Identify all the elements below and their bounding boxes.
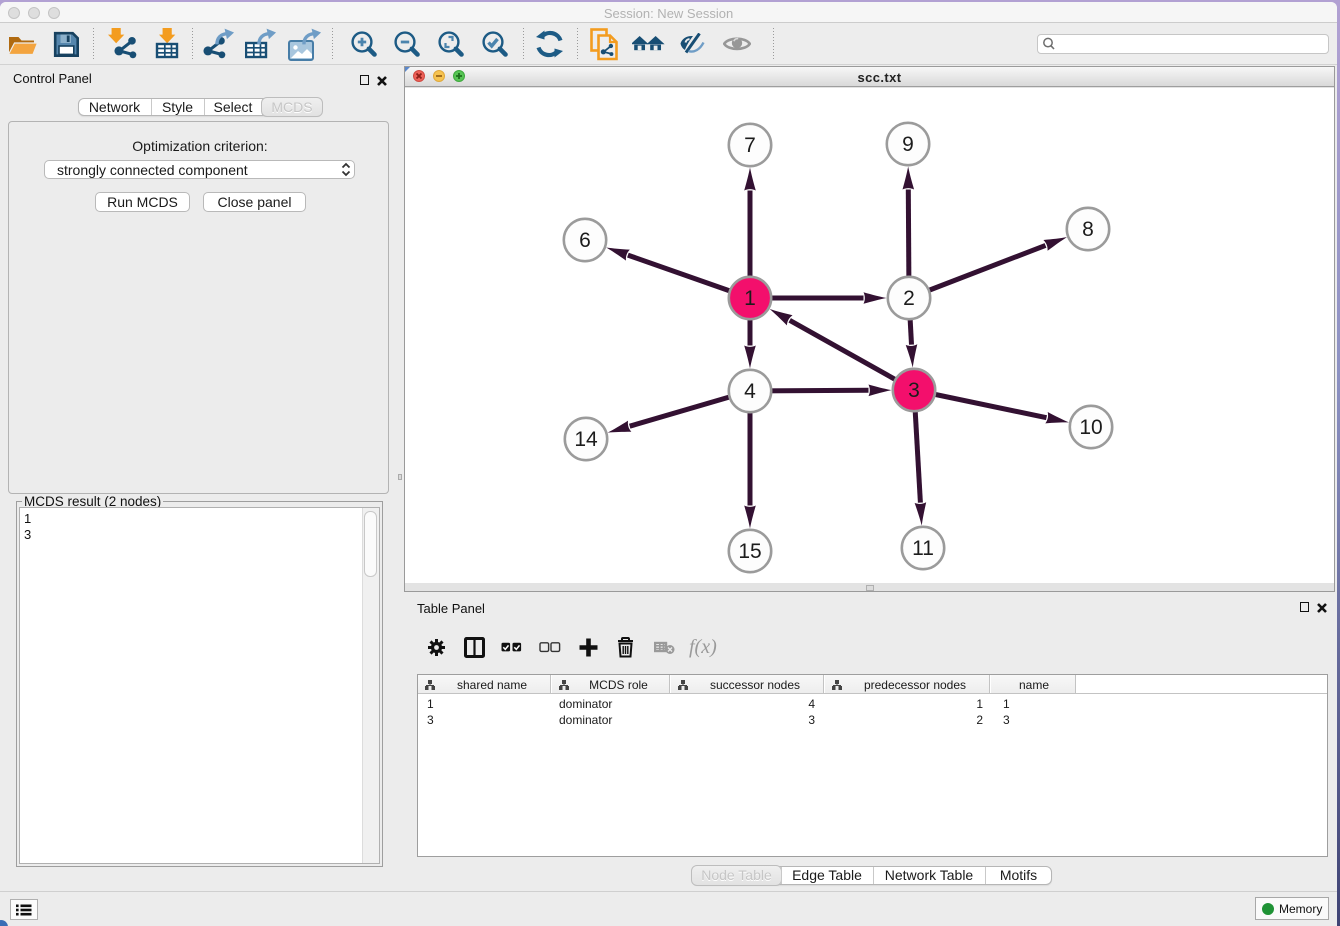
svg-text:10: 10 (1079, 416, 1102, 439)
svg-text:8: 8 (1082, 218, 1094, 241)
svg-text:1: 1 (744, 287, 756, 310)
svg-text:9: 9 (902, 133, 914, 156)
svg-text:7: 7 (744, 134, 756, 157)
svg-text:15: 15 (738, 540, 761, 563)
svg-text:6: 6 (579, 229, 591, 252)
svg-text:4: 4 (744, 380, 756, 403)
svg-text:14: 14 (574, 428, 598, 451)
svg-text:2: 2 (903, 287, 915, 310)
svg-text:11: 11 (912, 537, 934, 560)
svg-text:3: 3 (908, 379, 920, 402)
